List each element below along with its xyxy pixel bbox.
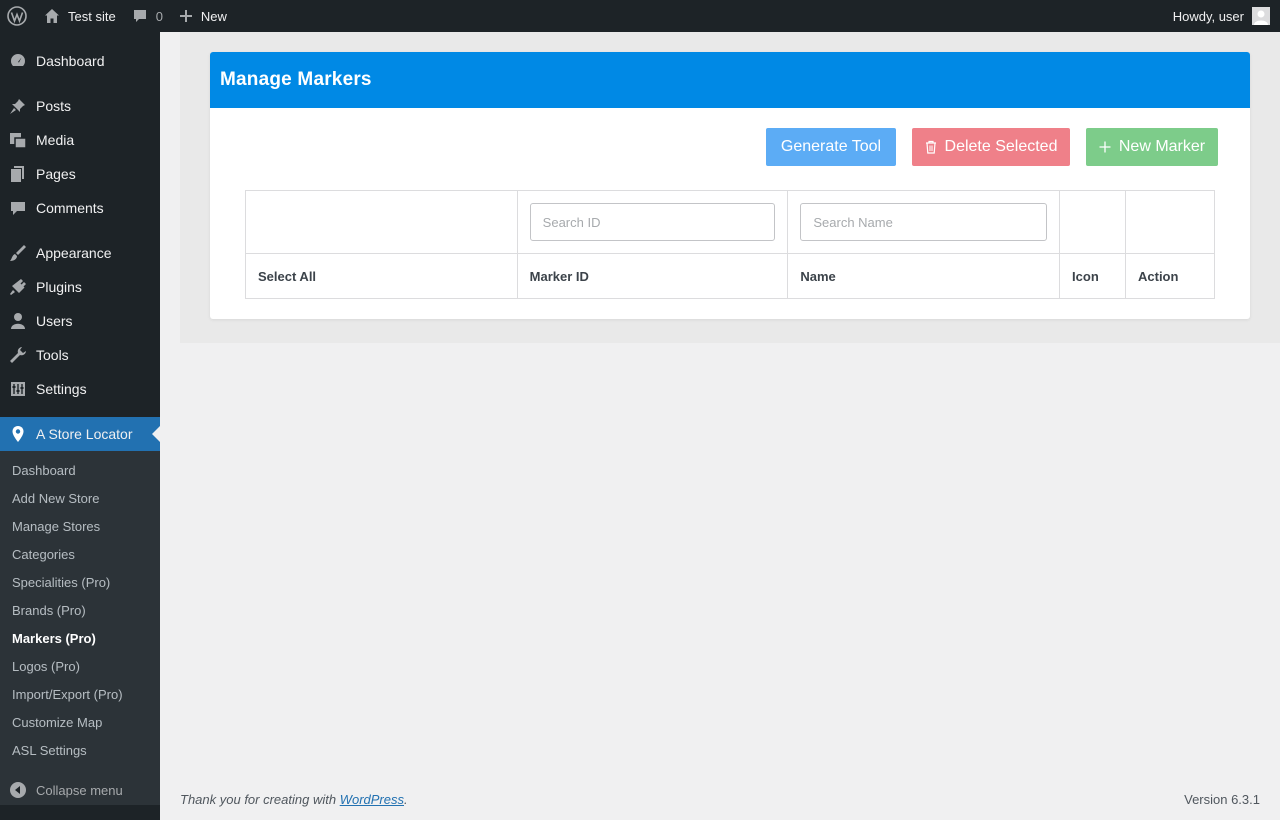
wordpress-logo-icon[interactable]: [0, 0, 34, 32]
sidebar-item-posts[interactable]: Posts: [0, 89, 160, 123]
delete-selected-button[interactable]: Delete Selected: [912, 128, 1070, 166]
comment-icon: [132, 8, 148, 24]
admin-sidebar: Dashboard Posts Media Pages Comments App…: [0, 32, 160, 820]
sidebar-item-pages[interactable]: Pages: [0, 157, 160, 191]
new-label: New: [200, 8, 227, 24]
submenu-item-dashboard[interactable]: Dashboard: [12, 457, 76, 485]
search-cell-name: [787, 190, 1061, 254]
sidebar-item-store-locator[interactable]: A Store Locator: [0, 417, 160, 451]
new-marker-label: New Marker: [1118, 138, 1206, 155]
collapse-menu-button[interactable]: Collapse menu: [0, 773, 160, 807]
generate-tool-button[interactable]: Generate Tool: [766, 128, 896, 166]
submenu-item-categories[interactable]: Categories: [12, 541, 75, 569]
wrench-icon: [0, 346, 36, 364]
generate-tool-label: Generate Tool: [780, 138, 882, 155]
my-account-link[interactable]: Howdy, user: [1165, 0, 1280, 32]
dashboard-icon: [0, 52, 36, 70]
sidebar-item-media[interactable]: Media: [0, 123, 160, 157]
store-locator-submenu: Dashboard Add New Store Manage Stores Ca…: [0, 451, 160, 805]
column-action: Action: [1125, 253, 1215, 299]
submenu-item-asl-settings[interactable]: ASL Settings: [12, 737, 87, 765]
pin-icon: [0, 97, 36, 115]
table-header-row: Select All Marker ID Name Icon Action: [245, 253, 1215, 299]
submenu-item-customize-map[interactable]: Customize Map: [12, 709, 102, 737]
column-select-all[interactable]: Select All: [245, 253, 518, 299]
sidebar-item-settings[interactable]: Settings: [0, 372, 160, 406]
location-pin-icon: [0, 425, 36, 443]
media-icon: [0, 131, 36, 149]
manage-markers-card: Manage Markers Generate Tool Delete Sele…: [210, 52, 1250, 319]
site-name-link[interactable]: Test site: [34, 0, 124, 32]
new-marker-button[interactable]: New Marker: [1086, 128, 1218, 166]
search-cell-id: [516, 190, 789, 254]
search-name-input[interactable]: [800, 203, 1048, 241]
site-name-label: Test site: [68, 8, 116, 24]
plug-icon: [0, 278, 36, 296]
sidebar-item-tools[interactable]: Tools: [0, 338, 160, 372]
footer-thanks: Thank you for creating with WordPress.: [180, 792, 408, 807]
wordpress-link[interactable]: WordPress: [340, 792, 404, 807]
avatar: [1252, 7, 1270, 25]
search-id-input[interactable]: [529, 203, 776, 241]
collapse-icon: [0, 781, 36, 799]
sidebar-item-dashboard[interactable]: Dashboard: [0, 44, 160, 78]
sidebar-item-plugins[interactable]: Plugins: [0, 270, 160, 304]
submenu-item-brands[interactable]: Brands (Pro): [12, 597, 86, 625]
search-cell-empty: [245, 190, 518, 254]
admin-bar: Test site 0 New Howdy, user: [0, 0, 1280, 32]
plus-icon: [1099, 141, 1111, 153]
submenu-item-add-new-store[interactable]: Add New Store: [12, 485, 99, 513]
search-cell-icon: [1059, 190, 1126, 254]
search-cell-action: [1125, 190, 1215, 254]
footer-thanks-suffix: .: [404, 792, 408, 807]
submenu-item-import-export[interactable]: Import/Export (Pro): [12, 681, 123, 709]
markers-table: Select All Marker ID Name Icon Action: [245, 190, 1215, 299]
column-icon: Icon: [1059, 253, 1126, 299]
sidebar-item-appearance[interactable]: Appearance: [0, 236, 160, 270]
brush-icon: [0, 244, 36, 262]
sidebar-item-comments[interactable]: Comments: [0, 191, 160, 225]
footer-version: Version 6.3.1: [1184, 792, 1260, 807]
submenu-item-specialities[interactable]: Specialities (Pro): [12, 569, 110, 597]
page-title: Manage Markers: [210, 52, 1250, 108]
current-menu-arrow: [152, 426, 160, 442]
column-name[interactable]: Name: [787, 253, 1061, 299]
submenu-item-markers[interactable]: Markers (Pro): [12, 625, 96, 653]
greeting-text: Howdy, user: [1172, 8, 1244, 24]
search-row: [245, 190, 1215, 254]
plus-icon: [179, 9, 193, 23]
trash-icon: [925, 140, 937, 154]
comments-count: 0: [155, 8, 163, 24]
footer-thanks-prefix: Thank you for creating with: [180, 792, 340, 807]
collapse-menu-label: Collapse menu: [36, 782, 123, 798]
home-icon: [44, 8, 60, 24]
column-marker-id[interactable]: Marker ID: [516, 253, 789, 299]
delete-selected-label: Delete Selected: [944, 138, 1058, 155]
settings-icon: [0, 380, 36, 398]
pages-icon: [0, 165, 36, 183]
user-icon: [0, 312, 36, 330]
new-content-link[interactable]: New: [171, 0, 235, 32]
comment-icon: [0, 199, 36, 217]
sidebar-item-users[interactable]: Users: [0, 304, 160, 338]
submenu-item-logos[interactable]: Logos (Pro): [12, 653, 80, 681]
comments-link[interactable]: 0: [124, 0, 171, 32]
submenu-item-manage-stores[interactable]: Manage Stores: [12, 513, 100, 541]
